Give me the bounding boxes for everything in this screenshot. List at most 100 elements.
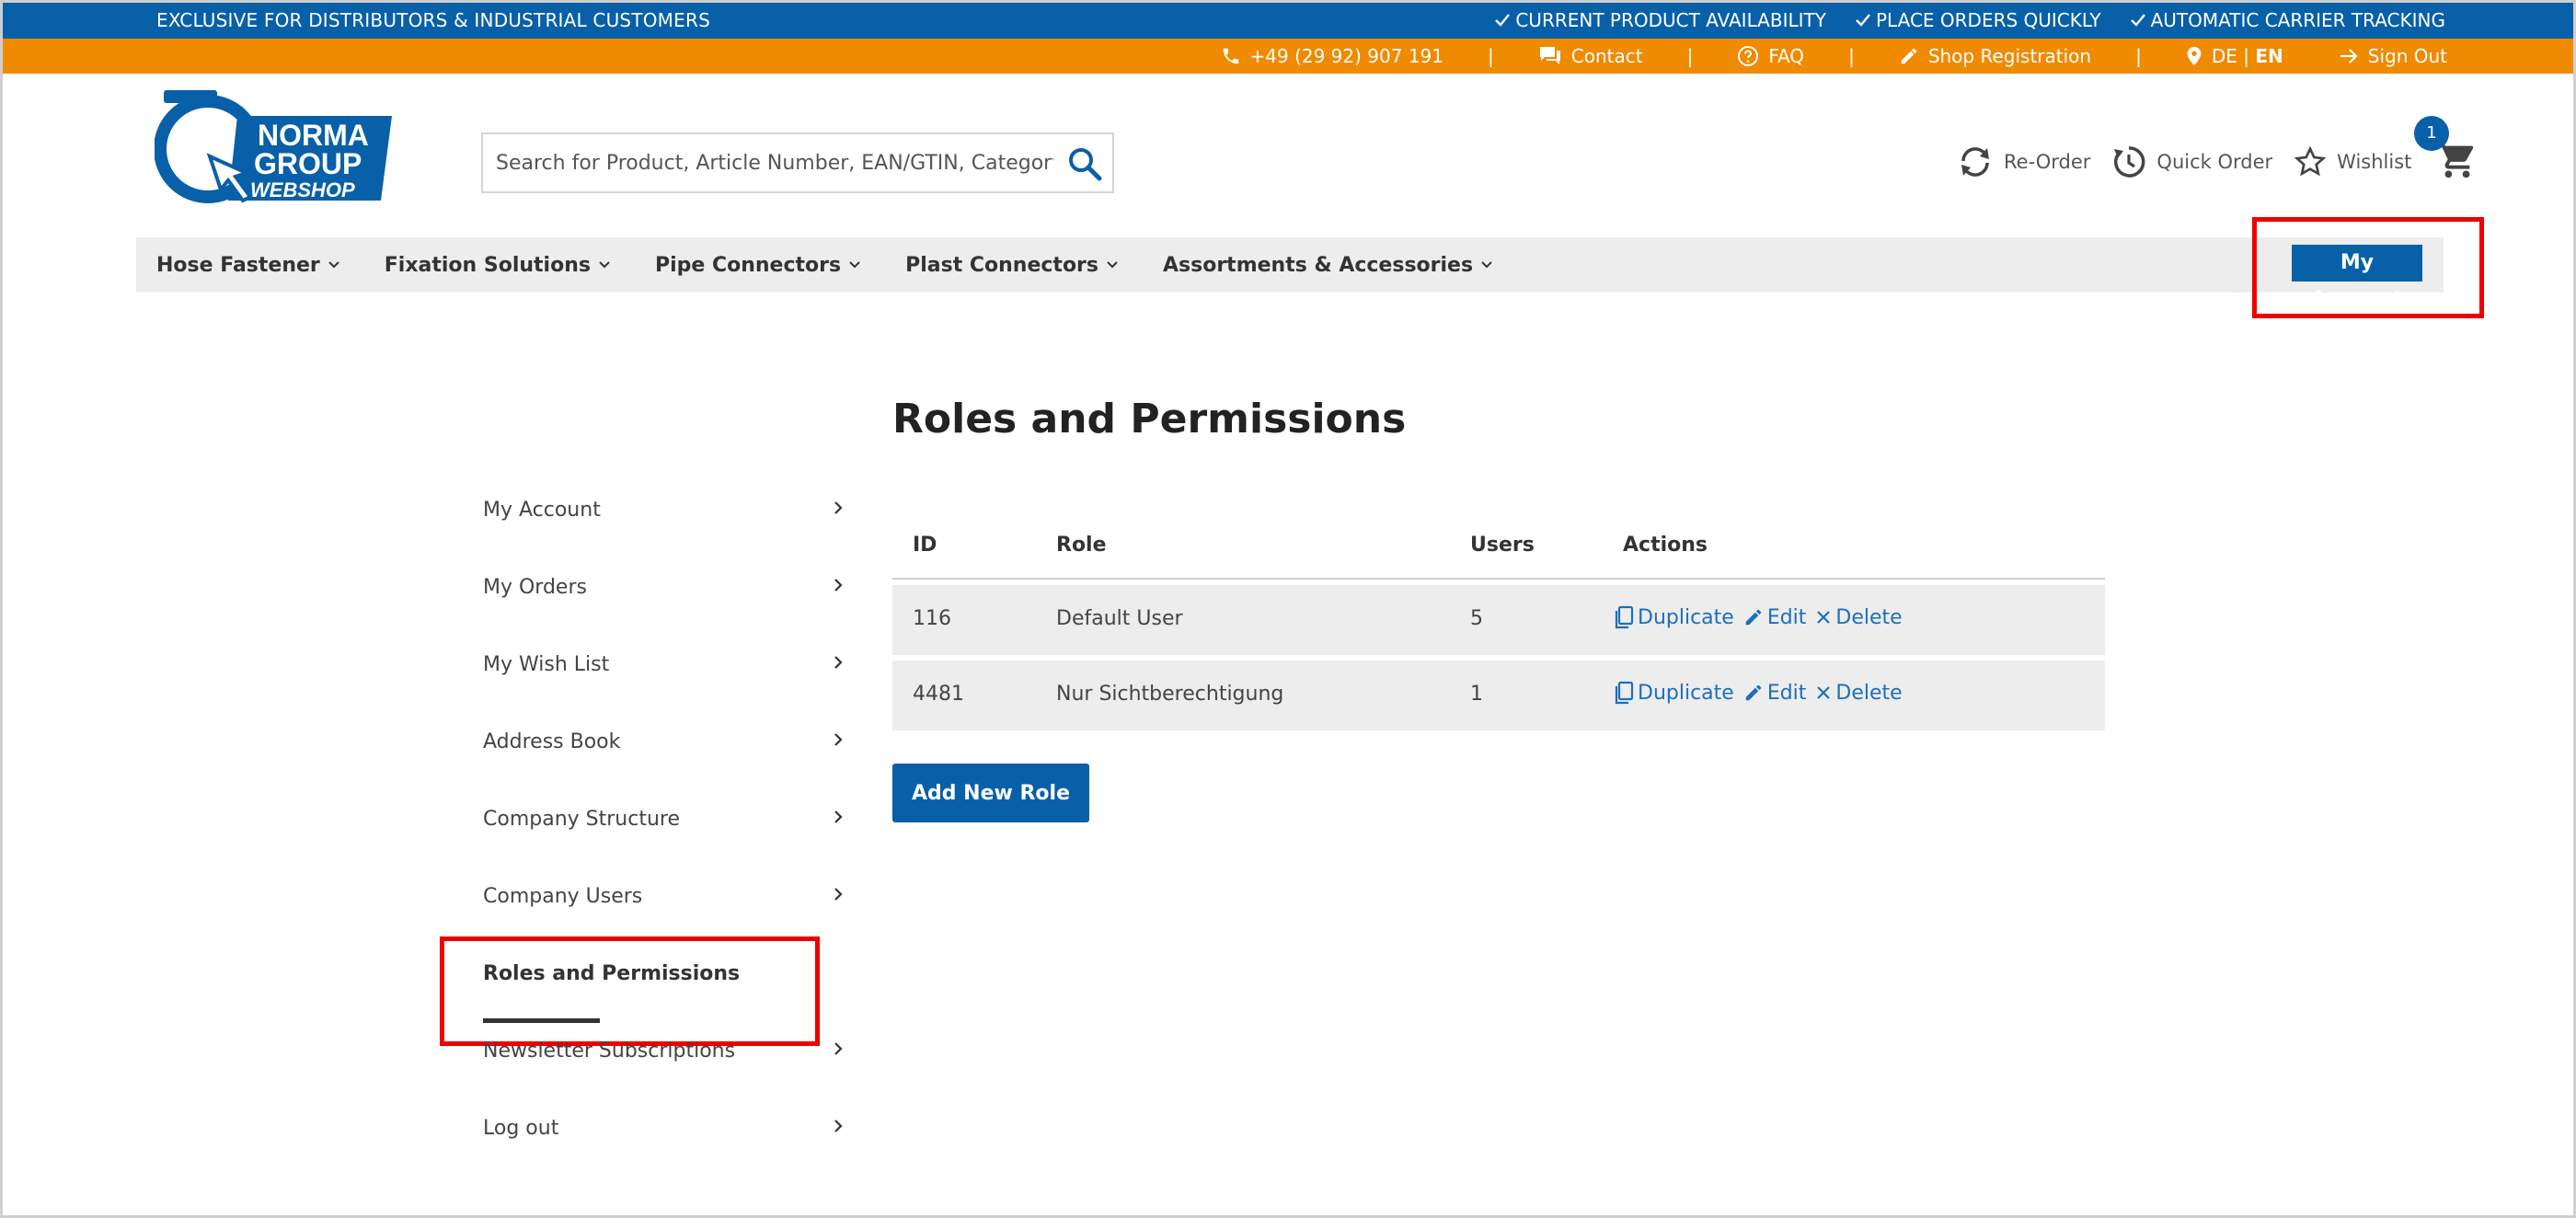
usp-label: AUTOMATIC CARRIER TRACKING (2150, 9, 2445, 31)
norma-group-logo[interactable]: NORMA GROUP WEBSHOP (154, 88, 394, 206)
contact-link[interactable]: Contact (1538, 45, 1643, 67)
edit-link[interactable]: Edit (1743, 605, 1807, 629)
nav-item-label: Plast Connectors (905, 253, 1098, 277)
nav-item-assortments-accessories[interactable]: Assortments & Accessories (1163, 254, 1493, 277)
sign-out-link[interactable]: Sign Out (2339, 45, 2447, 67)
top-info-bar: EXCLUSIVE FOR DISTRIBUTORS & INDUSTRIAL … (2, 2, 2574, 39)
close-icon (1817, 686, 1831, 699)
sidebar-item-label: Roles and Permissions (483, 962, 741, 985)
category-menu: Hose Fastener Fixation Solutions Pipe Co… (156, 237, 1537, 293)
pencil-icon (1745, 684, 1762, 701)
check-icon (1495, 14, 1511, 27)
sidebar-item-label: My Orders (483, 576, 587, 599)
duplicate-link[interactable]: Duplicate (1614, 605, 1734, 629)
quick-order-link[interactable]: Quick Order (2110, 144, 2272, 180)
cart-count-badge: 1 (2414, 116, 2449, 151)
table-row: 116 Default User 5 Duplicate Edit Delete (892, 585, 2105, 655)
header-actions: Re-Order Quick Order Wishlist (1956, 138, 2481, 186)
role-name: Default User (1056, 607, 1183, 630)
duplicate-label: Duplicate (1638, 681, 1734, 705)
delete-link[interactable]: Delete (1815, 606, 1903, 629)
copy-icon (1615, 605, 1634, 629)
sidebar-item-address-book[interactable]: Address Book (483, 718, 851, 795)
chevron-right-icon (834, 501, 843, 514)
chevron-down-icon (849, 261, 860, 269)
logo-line2: GROUP (254, 147, 362, 180)
phone-link[interactable]: +49 (29 92) 907 191 (1221, 45, 1443, 67)
role-id: 4481 (913, 683, 964, 706)
nav-item-hose-fastener[interactable]: Hose Fastener (156, 254, 340, 277)
sidebar-item-label: Log out (483, 1117, 559, 1140)
edit-link[interactable]: Edit (1743, 681, 1807, 705)
registration-label: Shop Registration (1927, 45, 2092, 67)
search-icon[interactable] (1066, 145, 1103, 182)
column-header-actions: Actions (1623, 534, 1708, 557)
copy-icon (1615, 681, 1634, 705)
faq-link[interactable]: FAQ (1737, 45, 1804, 67)
account-sidebar: My Account My Orders My Wish List Addres… (483, 486, 851, 1181)
nav-item-pipe-connectors[interactable]: Pipe Connectors (655, 254, 861, 277)
reorder-link[interactable]: Re-Order (1956, 144, 2090, 179)
pencil-icon (1745, 609, 1762, 626)
nav-item-label: Hose Fastener (156, 253, 320, 277)
role-user-count: 1 (1470, 683, 1483, 706)
sidebar-item-company-users[interactable]: Company Users (483, 872, 851, 949)
delete-label: Delete (1835, 681, 1903, 705)
language-switcher[interactable]: DE | EN (2186, 45, 2283, 67)
highlight-my-account (2252, 217, 2484, 318)
sidebar-item-my-wish-list[interactable]: My Wish List (483, 640, 851, 718)
duplicate-label: Duplicate (1638, 605, 1734, 629)
usp-item: AUTOMATIC CARRIER TRACKING (2129, 9, 2445, 31)
wishlist-link[interactable]: Wishlist (2293, 145, 2411, 178)
sidebar-item-label: Company Structure (483, 808, 680, 831)
separator: | (1848, 45, 1855, 67)
sidebar-item-newsletter-subscriptions[interactable]: Newsletter Subscriptions (483, 1027, 851, 1104)
chat-icon (1539, 47, 1560, 64)
wishlist-label: Wishlist (2337, 151, 2412, 173)
main-navigation: Hose Fastener Fixation Solutions Pipe Co… (136, 237, 2444, 311)
logo-graphic: NORMA GROUP WEBSHOP (154, 90, 392, 203)
location-pin-icon (2187, 46, 2202, 66)
sidebar-item-label: Address Book (483, 730, 621, 753)
sidebar-item-label: My Wish List (483, 653, 610, 676)
chevron-down-icon (328, 261, 339, 269)
sidebar-item-label: My Account (483, 499, 601, 522)
chevron-right-icon (834, 1120, 843, 1132)
check-icon (1856, 14, 1870, 27)
edit-label: Edit (1766, 605, 1807, 629)
refresh-icon (1961, 147, 1989, 177)
logo-line3: WEBSHOP (250, 178, 355, 201)
chevron-down-icon (1481, 261, 1492, 269)
sidebar-item-my-account[interactable]: My Account (483, 486, 851, 563)
service-bar: +49 (29 92) 907 191 | Contact | FAQ | Sh… (2, 39, 2574, 74)
sidebar-item-roles-permissions[interactable]: Roles and Permissions (483, 949, 851, 1027)
close-icon (1817, 611, 1831, 624)
duplicate-link[interactable]: Duplicate (1614, 681, 1734, 705)
lang-en[interactable]: EN (2255, 45, 2283, 67)
role-name: Nur Sichtberechtigung (1056, 683, 1284, 706)
lang-de[interactable]: DE (2212, 45, 2237, 67)
usp-item: CURRENT PRODUCT AVAILABILITY (1493, 9, 1826, 31)
sidebar-item-label: Newsletter Subscriptions (483, 1040, 736, 1063)
column-header-id: ID (913, 534, 937, 557)
pencil-icon (1901, 48, 1917, 64)
sidebar-item-label: Company Users (483, 885, 643, 908)
nav-item-fixation-solutions[interactable]: Fixation Solutions (385, 254, 611, 277)
chevron-right-icon (834, 656, 843, 669)
clock-history-icon (2114, 146, 2145, 178)
nav-item-plast-connectors[interactable]: Plast Connectors (905, 254, 1119, 277)
sidebar-item-my-orders[interactable]: My Orders (483, 563, 851, 640)
usp-label: CURRENT PRODUCT AVAILABILITY (1515, 9, 1826, 31)
add-new-role-button[interactable]: Add New Role (892, 764, 1089, 822)
delete-link[interactable]: Delete (1815, 681, 1903, 705)
sidebar-item-company-structure[interactable]: Company Structure (483, 795, 851, 872)
edit-label: Edit (1766, 681, 1807, 705)
active-item-underline (483, 1018, 600, 1023)
sidebar-item-log-out[interactable]: Log out (483, 1104, 851, 1181)
check-icon (2130, 14, 2145, 27)
search-box (481, 132, 1114, 193)
usp-list: CURRENT PRODUCT AVAILABILITY PLACE ORDER… (1493, 2, 2445, 39)
search-input[interactable] (483, 134, 1053, 191)
table-row: 4481 Nur Sichtberechtigung 1 Duplicate E… (892, 661, 2105, 730)
shop-registration-link[interactable]: Shop Registration (1899, 45, 2091, 67)
